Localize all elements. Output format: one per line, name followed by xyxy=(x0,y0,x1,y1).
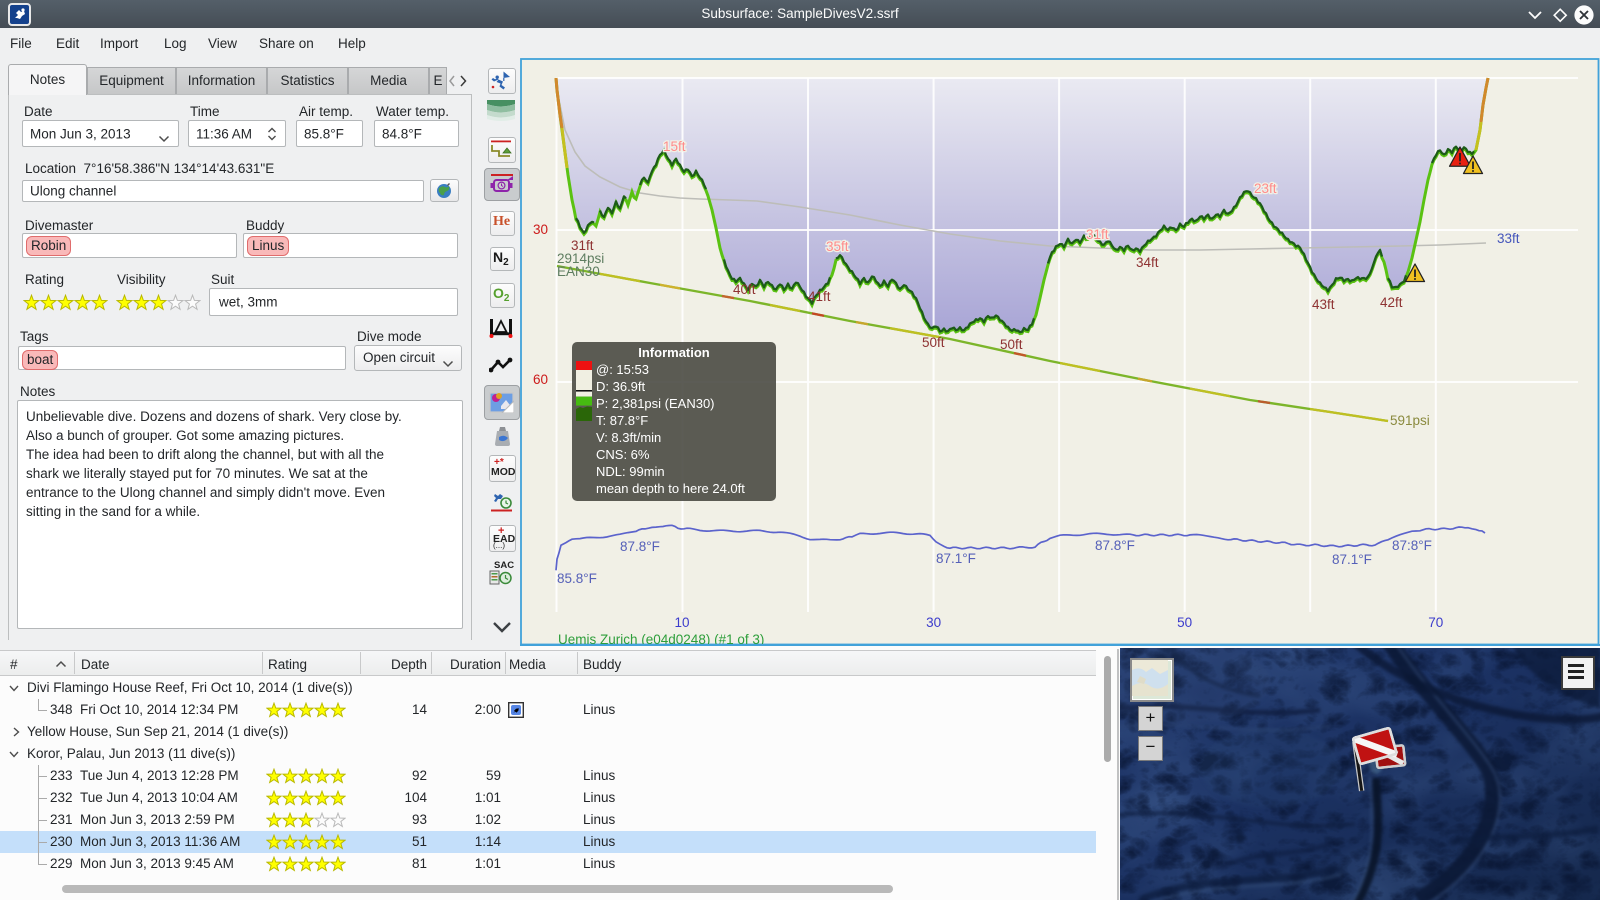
svg-text:42ft: 42ft xyxy=(1380,295,1403,310)
svg-text:23ft: 23ft xyxy=(1254,181,1277,196)
svg-text:T: 87.8°F: T: 87.8°F xyxy=(596,413,648,428)
svg-text:70: 70 xyxy=(1428,615,1443,630)
svg-text:CNS: 6%: CNS: 6% xyxy=(596,447,650,462)
svg-text:50ft: 50ft xyxy=(922,335,945,350)
svg-text:NDL: 99min: NDL: 99min xyxy=(596,464,665,479)
svg-text:D: 36.9ft: D: 36.9ft xyxy=(596,379,646,394)
svg-text:10: 10 xyxy=(674,615,689,630)
svg-text:35ft: 35ft xyxy=(826,239,849,254)
svg-text:Information: Information xyxy=(638,345,710,360)
svg-text:87:8°F: 87:8°F xyxy=(1392,538,1432,553)
svg-text:87.1°F: 87.1°F xyxy=(936,551,976,566)
svg-text:30: 30 xyxy=(533,222,548,237)
svg-text:591psi: 591psi xyxy=(1390,413,1430,428)
svg-text:31ft: 31ft xyxy=(1086,227,1109,242)
svg-text:V: 8.3ft/min: V: 8.3ft/min xyxy=(596,430,661,445)
svg-text:85.8°F: 85.8°F xyxy=(557,571,597,586)
svg-text:43ft: 43ft xyxy=(1312,297,1335,312)
svg-text:41ft: 41ft xyxy=(808,289,831,304)
svg-text:87.8°F: 87.8°F xyxy=(620,539,660,554)
svg-text:30: 30 xyxy=(926,615,941,630)
svg-text:15ft: 15ft xyxy=(663,139,686,154)
svg-text:50: 50 xyxy=(1177,615,1192,630)
svg-text:mean depth to here 24.0ft: mean depth to here 24.0ft xyxy=(596,481,745,496)
svg-text:33ft: 33ft xyxy=(1497,231,1520,246)
svg-text:P: 2,381psi (EAN30): P: 2,381psi (EAN30) xyxy=(596,396,715,411)
svg-text:40ft: 40ft xyxy=(733,282,756,297)
svg-text:87.1°F: 87.1°F xyxy=(1332,552,1372,567)
svg-text:60: 60 xyxy=(533,372,548,387)
svg-text:50ft: 50ft xyxy=(1000,337,1023,352)
svg-text:87.8°F: 87.8°F xyxy=(1095,538,1135,553)
svg-text:@: 15:53: @: 15:53 xyxy=(596,362,649,377)
svg-text:EAN30: EAN30 xyxy=(557,264,600,279)
svg-text:34ft: 34ft xyxy=(1136,255,1159,270)
